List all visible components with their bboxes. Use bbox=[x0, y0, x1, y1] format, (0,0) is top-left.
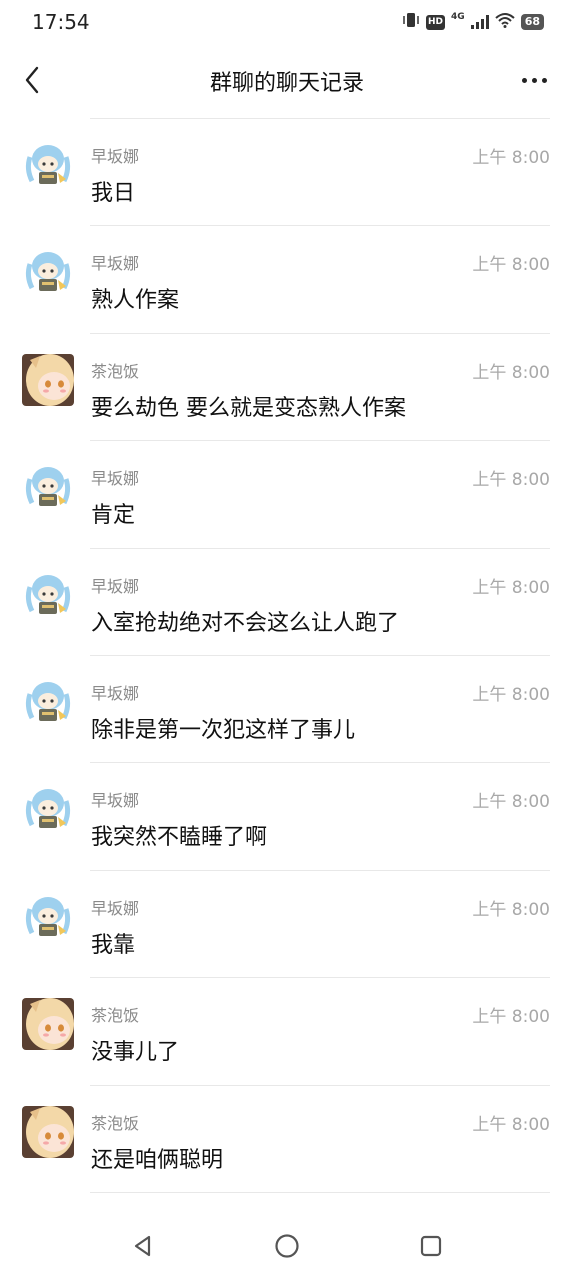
page-title: 群聊的聊天记录 bbox=[209, 71, 364, 96]
message-item[interactable]: 早坂娜 上午 8:00 熟人作案 bbox=[0, 226, 574, 334]
network-type-label: 4G bbox=[451, 12, 465, 22]
avatar-hayasaka[interactable] bbox=[22, 783, 74, 836]
message-item[interactable]: 早坂娜 上午 8:00 我靠 bbox=[0, 871, 574, 979]
avatar-hayasaka[interactable] bbox=[22, 890, 74, 943]
message-text: 要么劫色 要么就是变态熟人作案 bbox=[91, 395, 406, 421]
message-time: 上午 8:00 bbox=[472, 362, 550, 383]
message-time: 上午 8:00 bbox=[472, 1007, 550, 1028]
message-text: 熟人作案 bbox=[91, 288, 180, 314]
message-item[interactable]: 早坂娜 上午 8:00 入室抢劫绝对不会这么让人跑了 bbox=[0, 549, 574, 656]
message-item[interactable]: 茶泡饭 上午 8:00 要么劫色 要么就是变态熟人作案 bbox=[0, 334, 574, 442]
avatar-chapaofan[interactable] bbox=[22, 1105, 74, 1158]
message-item[interactable]: 早坂娜 上午 8:00 除非是第一次犯这样了事儿 bbox=[0, 656, 574, 764]
sender-name: 茶泡饭 bbox=[91, 1006, 140, 1026]
more-dot bbox=[541, 77, 547, 83]
message-time: 上午 8:00 bbox=[472, 792, 550, 813]
message-text: 除非是第一次犯这样了事儿 bbox=[91, 717, 356, 743]
divider bbox=[90, 1191, 550, 1193]
more-dot bbox=[531, 77, 537, 83]
sender-name: 早坂娜 bbox=[91, 683, 140, 703]
message-text: 入室抢劫绝对不会这么让人跑了 bbox=[91, 610, 400, 636]
sender-name: 早坂娜 bbox=[91, 147, 140, 166]
header-bar: 群聊的聊天记录 bbox=[0, 50, 574, 110]
avatar-hayasaka[interactable] bbox=[22, 139, 74, 191]
more-dots-icon bbox=[521, 77, 527, 83]
avatar-hayasaka[interactable] bbox=[22, 461, 74, 514]
message-time: 上午 8:00 bbox=[472, 470, 550, 491]
message-item[interactable]: 茶泡饭 上午 8:00 还是咱俩聪明 bbox=[0, 1086, 574, 1193]
system-home-button[interactable] bbox=[272, 1231, 302, 1261]
avatar-hayasaka[interactable] bbox=[22, 675, 74, 728]
avatar-chapaofan[interactable] bbox=[22, 353, 74, 406]
message-text: 肯定 bbox=[91, 503, 136, 529]
avatar-hayasaka[interactable] bbox=[22, 568, 74, 621]
message-item[interactable]: 早坂娜 上午 8:00 肯定 bbox=[0, 441, 574, 549]
vibrate-icon bbox=[402, 12, 420, 32]
status-bar: 17:54 HD 4G 68 bbox=[0, 0, 574, 44]
message-item[interactable]: 茶泡饭 上午 8:00 没事儿了 bbox=[0, 978, 574, 1086]
system-nav-bar bbox=[0, 1214, 574, 1280]
message-item[interactable]: 早坂娜 上午 8:00 我突然不瞌睡了啊 bbox=[0, 763, 574, 871]
message-time: 上午 8:00 bbox=[472, 148, 550, 168]
battery-icon: 68 bbox=[520, 14, 544, 30]
avatar-hayasaka[interactable] bbox=[22, 246, 74, 299]
message-time: 上午 8:00 bbox=[472, 1114, 550, 1135]
sender-name: 茶泡饭 bbox=[91, 361, 140, 381]
hd-icon: HD bbox=[426, 14, 446, 30]
wifi-icon bbox=[495, 12, 515, 32]
square-recents-icon bbox=[420, 1235, 442, 1257]
message-text: 没事儿了 bbox=[91, 1040, 180, 1066]
sender-name: 早坂娜 bbox=[91, 254, 140, 274]
triangle-back-icon bbox=[134, 1235, 151, 1257]
message-text: 我突然不瞌睡了啊 bbox=[91, 825, 268, 851]
more-button[interactable] bbox=[514, 62, 554, 98]
circle-home-icon bbox=[275, 1234, 299, 1258]
system-recents-button[interactable] bbox=[416, 1231, 446, 1261]
signal-icon bbox=[470, 15, 489, 29]
message-time: 上午 8:00 bbox=[472, 684, 550, 705]
message-text: 还是咱俩聪明 bbox=[91, 1147, 224, 1173]
message-list: 早坂娜 上午 8:00 我日 早坂娜 上午 8:00 熟人作案 茶泡饭 上午 8… bbox=[0, 119, 574, 1193]
status-icons: HD 4G 68 bbox=[402, 12, 544, 32]
message-text: 我日 bbox=[91, 181, 136, 206]
message-time: 上午 8:00 bbox=[472, 577, 550, 598]
sender-name: 早坂娜 bbox=[91, 469, 140, 489]
message-time: 上午 8:00 bbox=[472, 899, 550, 920]
status-time: 17:54 bbox=[32, 10, 90, 34]
sender-name: 早坂娜 bbox=[91, 791, 140, 811]
system-back-button[interactable] bbox=[128, 1231, 158, 1261]
sender-name: 早坂娜 bbox=[91, 898, 140, 918]
sender-name: 早坂娜 bbox=[91, 576, 140, 596]
avatar-chapaofan[interactable] bbox=[22, 998, 74, 1051]
message-text: 我靠 bbox=[91, 932, 136, 958]
message-item[interactable]: 早坂娜 上午 8:00 我日 bbox=[0, 119, 574, 227]
sender-name: 茶泡饭 bbox=[91, 1113, 140, 1133]
message-time: 上午 8:00 bbox=[472, 255, 550, 276]
